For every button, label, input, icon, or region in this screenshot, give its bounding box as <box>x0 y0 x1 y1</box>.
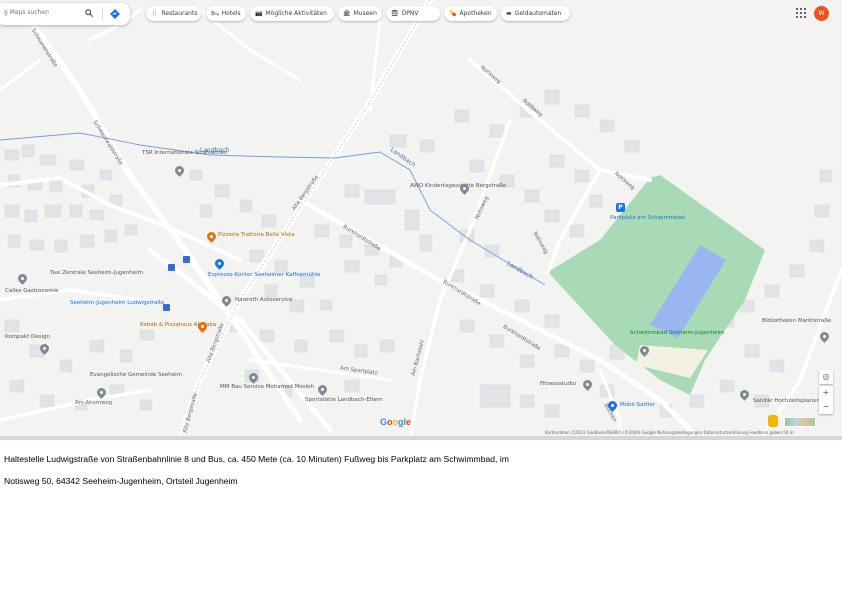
pharmacy-icon: 💊 <box>449 10 457 17</box>
bus-icon: 🚍 <box>391 10 399 17</box>
chip-label: Hotels <box>221 10 241 17</box>
place-label-schwimmbad[interactable]: Schwimmbad Seeheim-Jugenheim <box>630 330 724 336</box>
place-label-tsr[interactable]: TSR Internationale Strafsachen <box>142 150 228 156</box>
chip-oepnv[interactable]: 🚍 ÖPNV <box>386 6 440 21</box>
chip-hotels[interactable]: 🛏 Hotels <box>206 6 246 21</box>
map-attribution[interactable]: Kartendaten ©2023 GeoBasis-DE/BKG (©2009… <box>545 430 794 435</box>
chip-museen[interactable]: 🏛 Museen <box>338 6 382 21</box>
chip-aktivitaeten[interactable]: 📷 Mögliche Aktivitäten <box>250 6 334 21</box>
chip-restaurants[interactable]: 🍴 Restaurants <box>146 6 201 21</box>
restaurant-icon: 🍴 <box>151 10 159 17</box>
search-box[interactable]: g Maps suchen <box>0 3 130 25</box>
place-label-taxi[interactable]: Taxi Zentrale Seeheim-Jugenheim <box>50 270 143 276</box>
hotel-icon: 🛏 <box>211 10 219 17</box>
chip-apotheken[interactable]: 💊 Apotheken <box>444 6 497 21</box>
place-label-sanitaer[interactable]: Sanitär Hochzeitsplanung <box>753 398 824 404</box>
transit-station-icon[interactable] <box>163 304 170 311</box>
search-divider <box>102 8 103 20</box>
place-label-espresso[interactable]: Espresso-Kontor Seeheimer Kaffeemühle <box>208 272 320 278</box>
search-icon[interactable] <box>85 9 93 17</box>
layers-thumbnail[interactable] <box>784 417 816 427</box>
place-label-sportstaette[interactable]: Sportstätte Landbach-Eltern <box>305 397 383 403</box>
my-location-button[interactable]: ◎ <box>819 370 833 384</box>
map-view[interactable]: Landbach Landbach Landbach Schwanenstraß… <box>0 0 842 440</box>
caption-line-1: Haltestelle Ludwigstraße von Straßenbahn… <box>4 454 509 464</box>
map-label-ahornweg: Am Ahornweg <box>75 400 113 406</box>
camera-icon: 📷 <box>255 10 263 17</box>
place-label-nawroth[interactable]: Nawroth Autoservice <box>235 297 292 303</box>
chip-geldautomaten[interactable]: ▬ Geldautomaten <box>501 6 570 21</box>
chip-label: ÖPNV <box>401 10 419 17</box>
chip-label: Mögliche Aktivitäten <box>265 10 327 17</box>
atm-icon: ▬ <box>506 10 512 17</box>
place-label-kompakt[interactable]: Kompakt Design <box>5 334 50 340</box>
place-label-calles[interactable]: Calles Gastronomie <box>5 288 59 294</box>
zoom-in-button[interactable]: + <box>819 386 833 400</box>
place-label-mobil[interactable]: Mobil-Sattler <box>620 402 655 408</box>
place-label-parkplatz[interactable]: Parkplatz am Schwimmbad <box>610 215 685 221</box>
place-label-bibliothek[interactable]: Bibliotheken Marktstraße <box>762 318 831 324</box>
tram-stop-icon[interactable] <box>168 264 175 271</box>
chip-label: Geldautomaten <box>514 10 562 17</box>
parking-icon[interactable]: P <box>616 203 625 212</box>
place-label-awo[interactable]: AWO Kindertagesstätte Bergstraße <box>410 183 506 189</box>
directions-icon[interactable] <box>110 9 120 19</box>
place-label-bahnhof[interactable]: Seeheim-Jugenheim Ludwigstraße <box>70 300 164 306</box>
caption-line-2: Notisweg 50, 64342 Seeheim-Jugenheim, Or… <box>4 476 238 486</box>
google-logo: Google <box>380 417 412 427</box>
place-label-hasenkeller[interactable]: Fitnessstudio <box>540 381 576 387</box>
map-bottom-strip <box>0 436 842 440</box>
chip-label: Restaurants <box>161 10 198 17</box>
place-label-ev-gemeinde[interactable]: Evangelische Gemeinde Seeheim <box>90 372 182 378</box>
place-label-pizzeria[interactable]: Pizzeria Trattoria Bella Vista <box>218 232 294 238</box>
user-avatar[interactable]: W <box>814 6 829 21</box>
bus-stop-icon[interactable] <box>183 256 190 263</box>
apps-grid-icon[interactable] <box>796 8 806 18</box>
chip-label: Apotheken <box>459 10 492 17</box>
zoom-out-button[interactable]: − <box>819 400 833 414</box>
place-label-mm-bau[interactable]: MM Bau Service Mohamed Mosleh <box>220 384 314 390</box>
search-input[interactable]: g Maps suchen <box>4 9 49 16</box>
street-view-pegman-icon[interactable] <box>768 415 778 427</box>
museum-icon: 🏛 <box>343 10 351 17</box>
chip-label: Museen <box>353 10 377 17</box>
